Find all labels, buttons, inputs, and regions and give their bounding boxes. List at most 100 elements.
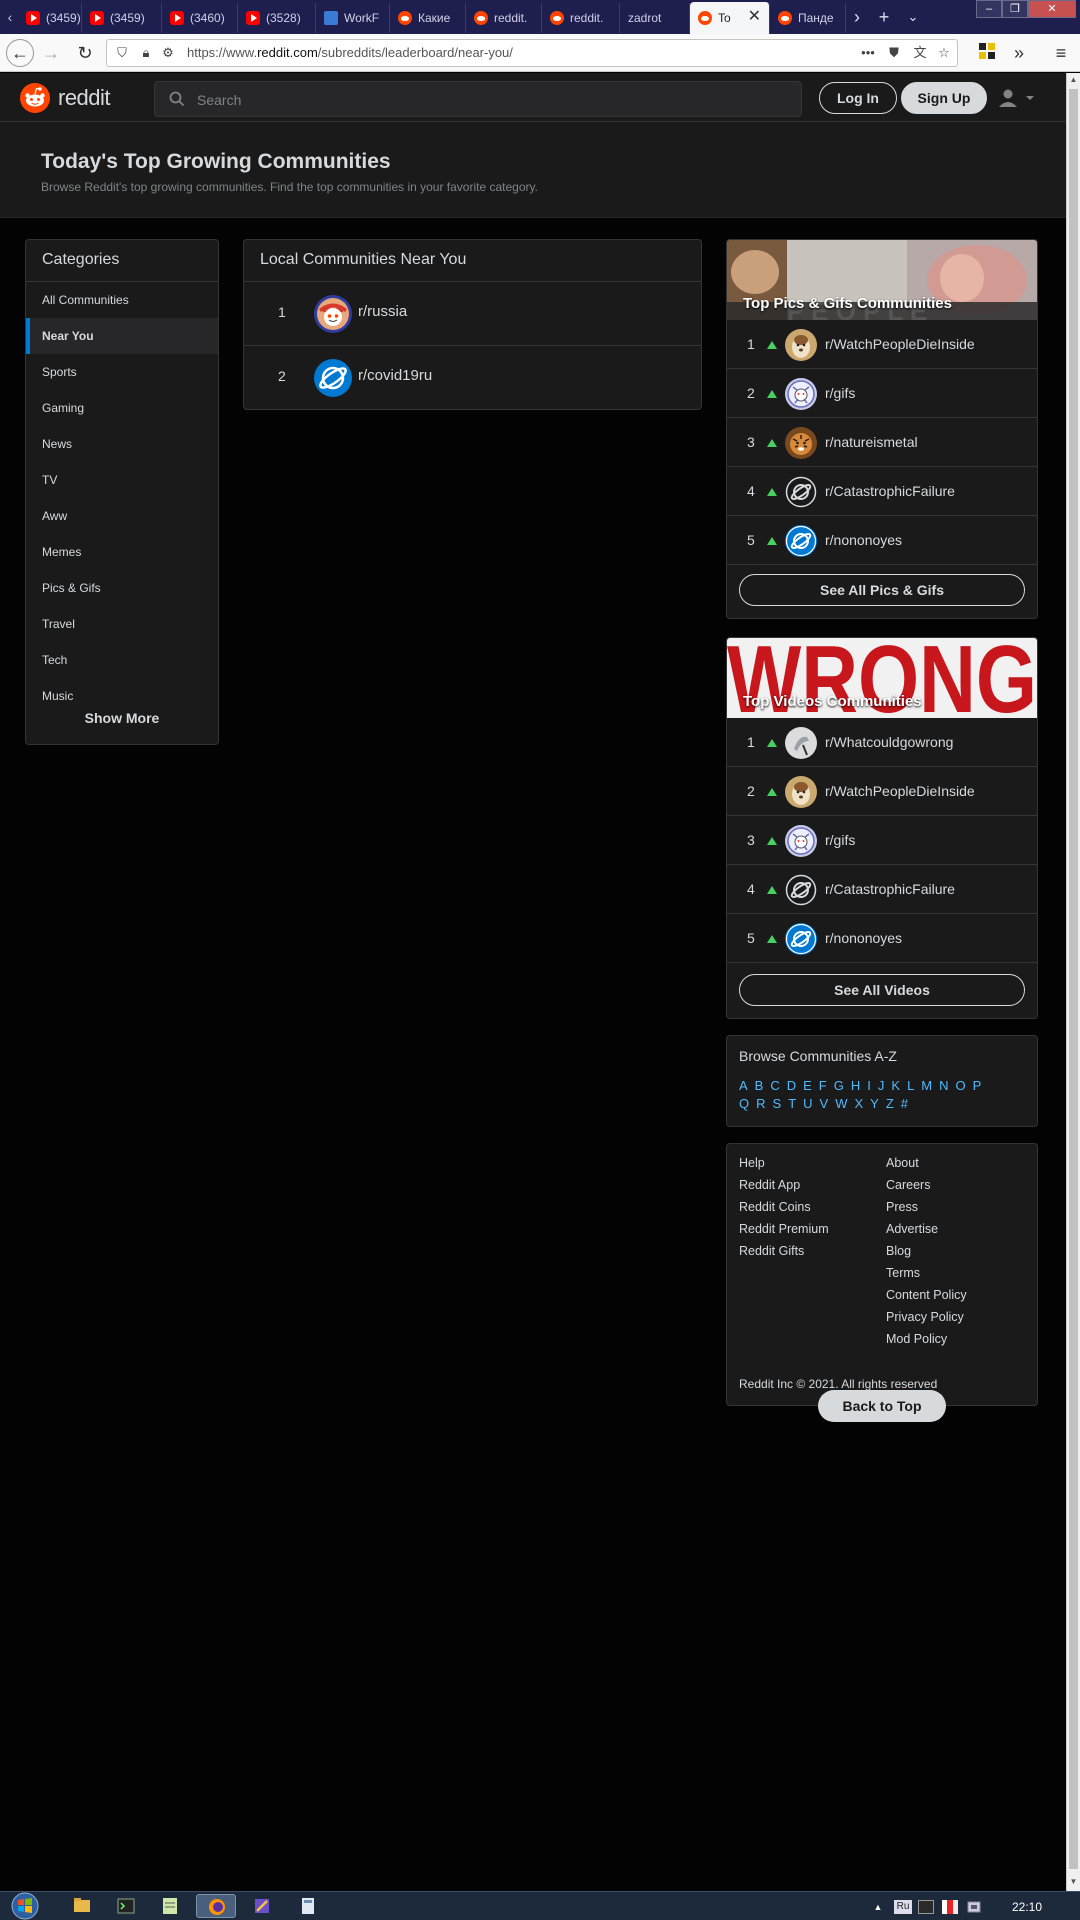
browser-tab[interactable]: zadrot: [620, 3, 690, 33]
letter-link[interactable]: D: [787, 1078, 796, 1093]
letter-link[interactable]: K: [891, 1078, 900, 1093]
letter-link[interactable]: I: [867, 1078, 871, 1093]
browser-tab[interactable]: reddit.: [466, 3, 542, 33]
tray-network-icon[interactable]: [966, 1900, 982, 1914]
url-bar[interactable]: ⛉ 🔒︎ ⚙︎ https://www.reddit.com/subreddit…: [106, 39, 958, 67]
lock-icon[interactable]: 🔒︎: [137, 44, 155, 62]
community-avatar-icon[interactable]: [785, 378, 817, 410]
browser-tab[interactable]: (3459): [82, 3, 162, 33]
community-name-link[interactable]: r/Whatcouldgowrong: [825, 734, 953, 750]
top-community-row[interactable]: 3 r/gifs: [727, 816, 1037, 865]
community-name-link[interactable]: r/gifs: [825, 385, 855, 401]
letter-link[interactable]: Q: [739, 1096, 749, 1111]
category-item[interactable]: Near You: [26, 318, 218, 354]
community-avatar-icon[interactable]: [785, 825, 817, 857]
community-avatar-icon[interactable]: [785, 476, 817, 508]
see-all-videos-button[interactable]: See All Videos: [739, 974, 1025, 1006]
tab-scroll-left-icon[interactable]: ‹: [0, 0, 20, 34]
taskbar-calculator-icon[interactable]: [288, 1894, 328, 1918]
footer-link[interactable]: Help: [739, 1156, 765, 1170]
footer-link[interactable]: Advertise: [886, 1222, 938, 1236]
permissions-icon[interactable]: ⚙︎: [159, 44, 177, 62]
community-name-link[interactable]: r/natureismetal: [825, 434, 918, 450]
letter-link[interactable]: S: [773, 1096, 782, 1111]
letter-link[interactable]: U: [803, 1096, 812, 1111]
top-community-row[interactable]: 5 r/nononoyes: [727, 516, 1037, 565]
browser-tab[interactable]: (3528): [238, 3, 316, 33]
show-more-button[interactable]: Show More: [26, 710, 218, 726]
search-box[interactable]: [154, 81, 802, 117]
category-item[interactable]: News: [26, 426, 218, 462]
community-name-link[interactable]: r/covid19ru: [358, 367, 432, 384]
footer-link[interactable]: Reddit App: [739, 1178, 800, 1192]
footer-link[interactable]: Careers: [886, 1178, 930, 1192]
tab-list-chevron-icon[interactable]: ⌄: [902, 0, 924, 34]
footer-link[interactable]: Reddit Coins: [739, 1200, 811, 1214]
category-item[interactable]: Music: [26, 678, 218, 714]
category-item[interactable]: Tech: [26, 642, 218, 678]
category-item[interactable]: TV: [26, 462, 218, 498]
category-item[interactable]: Travel: [26, 606, 218, 642]
letter-link[interactable]: X: [854, 1096, 863, 1111]
letter-link[interactable]: L: [907, 1078, 914, 1093]
footer-link[interactable]: Reddit Premium: [739, 1222, 829, 1236]
pocket-icon[interactable]: ⛊: [885, 44, 903, 62]
letter-link[interactable]: N: [939, 1078, 948, 1093]
letter-link[interactable]: E: [803, 1078, 812, 1093]
translate-icon[interactable]: 文: [911, 44, 929, 62]
letter-link[interactable]: M: [921, 1078, 932, 1093]
letter-link[interactable]: #: [901, 1096, 908, 1111]
letter-link[interactable]: H: [851, 1078, 860, 1093]
community-name-link[interactable]: r/nononoyes: [825, 532, 902, 548]
bookmark-star-icon[interactable]: ☆: [935, 44, 953, 62]
taskbar-explorer-icon[interactable]: [62, 1894, 102, 1918]
top-community-row[interactable]: 2 r/WatchPeopleDieInside: [727, 767, 1037, 816]
taskbar-firefox-icon[interactable]: [196, 1894, 236, 1918]
community-avatar-icon[interactable]: [785, 923, 817, 955]
local-community-row[interactable]: 2 r/covid19ru: [244, 346, 701, 410]
top-community-row[interactable]: 4 r/CatastrophicFailure: [727, 865, 1037, 914]
taskbar-notepad-icon[interactable]: [150, 1894, 190, 1918]
footer-link[interactable]: Privacy Policy: [886, 1310, 964, 1324]
back-arrow-icon[interactable]: ←: [6, 39, 34, 67]
letter-link[interactable]: R: [756, 1096, 765, 1111]
letter-link[interactable]: T: [788, 1096, 796, 1111]
vertical-scrollbar[interactable]: ▲ ▼: [1066, 73, 1080, 1891]
footer-link[interactable]: Reddit Gifts: [739, 1244, 804, 1258]
community-name-link[interactable]: r/gifs: [825, 832, 855, 848]
community-avatar-icon[interactable]: [785, 874, 817, 906]
letter-link[interactable]: V: [820, 1096, 829, 1111]
footer-link[interactable]: Blog: [886, 1244, 911, 1258]
community-name-link[interactable]: r/WatchPeopleDieInside: [825, 783, 975, 799]
community-avatar-icon[interactable]: [314, 295, 352, 333]
maximize-window-icon[interactable]: ❐: [1002, 0, 1028, 18]
footer-link[interactable]: Content Policy: [886, 1288, 967, 1302]
community-name-link[interactable]: r/CatastrophicFailure: [825, 881, 955, 897]
close-tab-icon[interactable]: ✕: [748, 8, 761, 26]
community-avatar-icon[interactable]: [785, 727, 817, 759]
letter-link[interactable]: B: [755, 1078, 764, 1093]
language-indicator[interactable]: Ru: [894, 1900, 912, 1914]
reddit-wordmark[interactable]: reddit: [58, 85, 111, 111]
tray-expand-icon[interactable]: ▲: [870, 1900, 886, 1914]
footer-link[interactable]: About: [886, 1156, 919, 1170]
letter-link[interactable]: J: [878, 1078, 885, 1093]
category-item[interactable]: All Communities: [26, 282, 218, 318]
letter-link[interactable]: G: [834, 1078, 844, 1093]
top-community-row[interactable]: 1 r/WatchPeopleDieInside: [727, 320, 1037, 369]
hamburger-menu-icon[interactable]: ≡: [1050, 42, 1072, 64]
community-name-link[interactable]: r/russia: [358, 303, 407, 320]
footer-link[interactable]: Mod Policy: [886, 1332, 947, 1346]
top-community-row[interactable]: 2 r/gifs: [727, 369, 1037, 418]
browser-tab[interactable]: (3459): [18, 3, 82, 33]
start-button-icon[interactable]: [8, 1892, 48, 1920]
community-avatar-icon[interactable]: [785, 329, 817, 361]
community-name-link[interactable]: r/nononoyes: [825, 930, 902, 946]
reddit-logo-icon[interactable]: [20, 83, 50, 113]
taskbar-app-icon[interactable]: [242, 1894, 282, 1918]
letter-link[interactable]: A: [739, 1078, 748, 1093]
community-avatar-icon[interactable]: [314, 359, 352, 397]
search-input[interactable]: [195, 89, 775, 111]
letter-link[interactable]: F: [819, 1078, 827, 1093]
forward-arrow-icon[interactable]: →: [40, 42, 62, 64]
